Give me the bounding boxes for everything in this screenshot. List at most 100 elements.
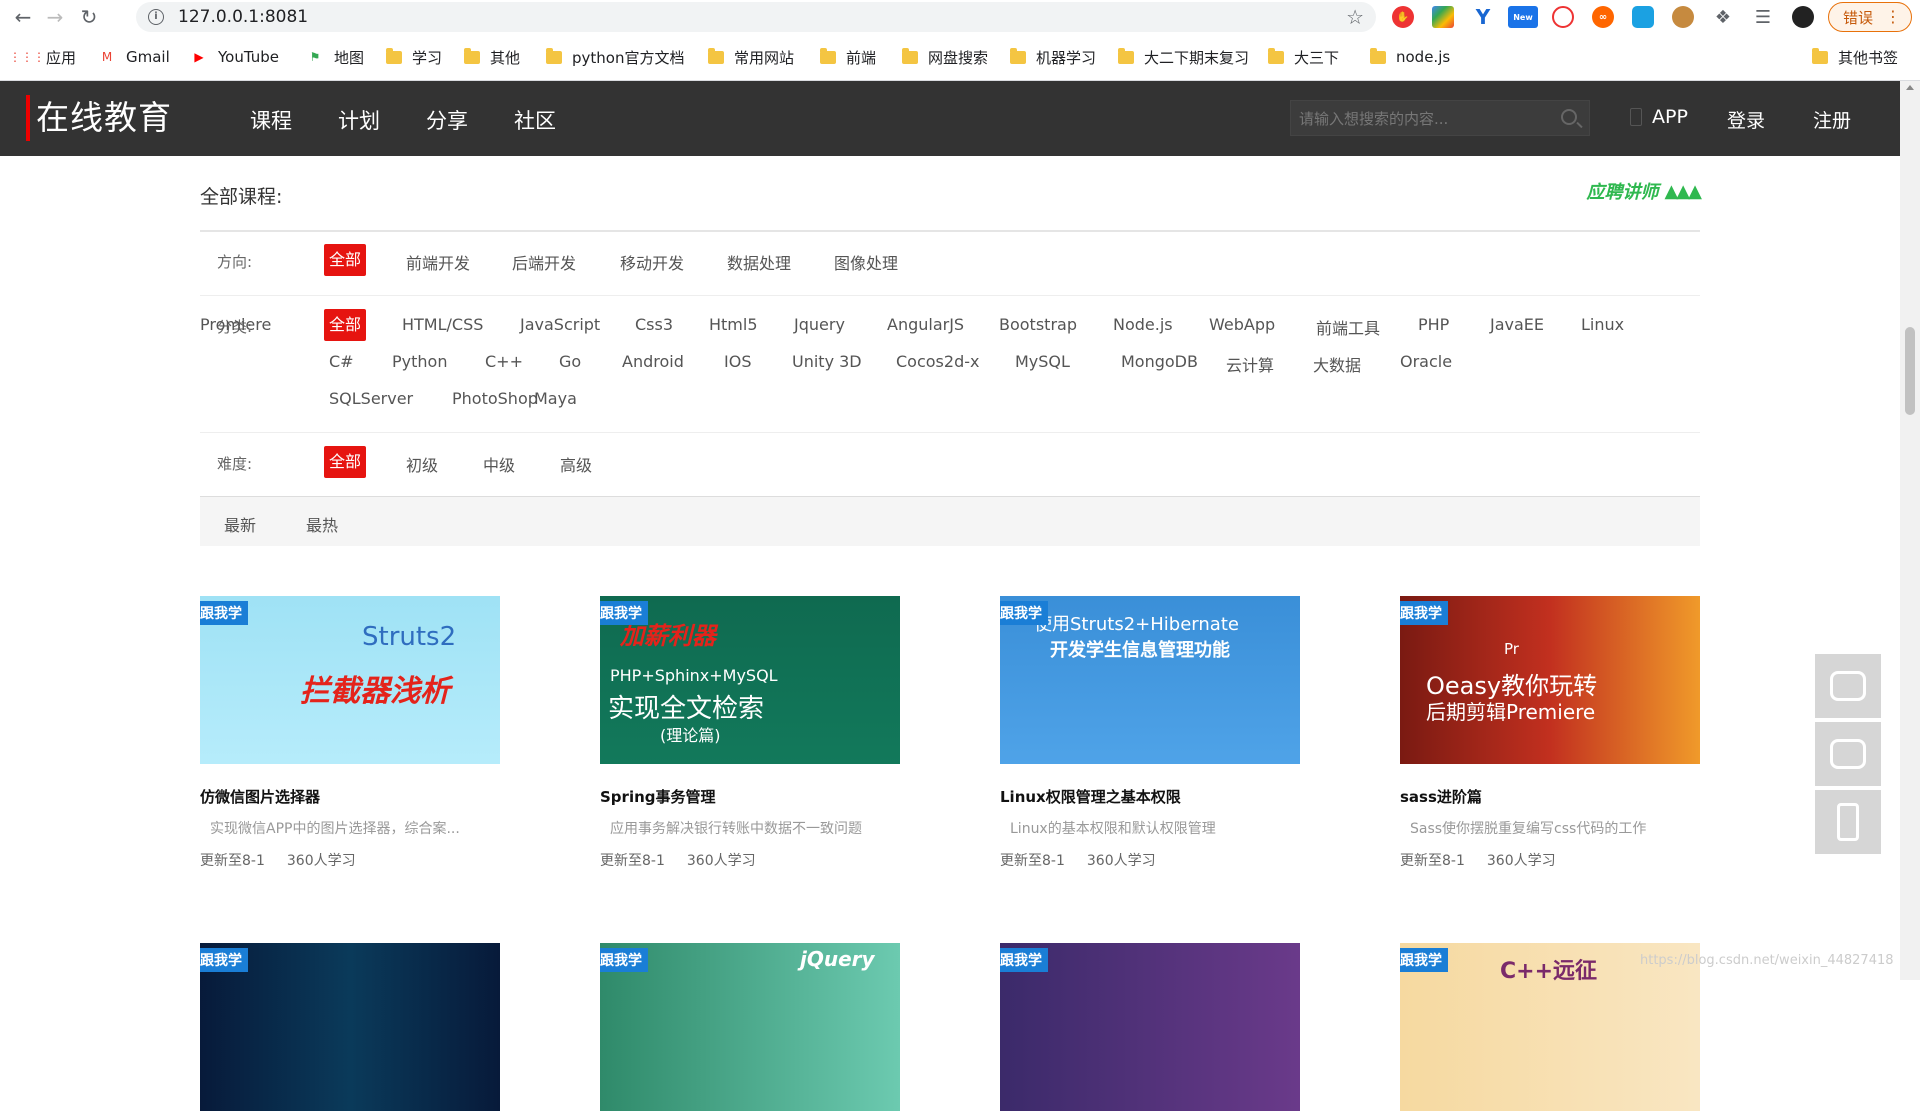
address-url[interactable]: 127.0.0.1:8081	[178, 7, 308, 27]
category-tag[interactable]: Jquery	[794, 315, 845, 334]
wechat-button[interactable]	[1815, 654, 1881, 718]
login-link[interactable]: 登录	[1727, 106, 1765, 133]
course-thumbnail[interactable]: 跟我学	[1000, 943, 1300, 1111]
direction-tag[interactable]: 前端开发	[406, 250, 470, 274]
category-tag[interactable]: Bootstrap	[999, 315, 1077, 334]
extension-hex-icon[interactable]	[1632, 6, 1654, 28]
nav-item-community[interactable]: 社区	[514, 105, 556, 135]
direction-tag[interactable]: 数据处理	[727, 250, 791, 274]
bookmark-item[interactable]: 大三下	[1268, 46, 1339, 68]
direction-tag[interactable]: 后端开发	[512, 250, 576, 274]
bookmark-item[interactable]: 机器学习	[1010, 46, 1096, 68]
nav-item-courses[interactable]: 课程	[250, 105, 292, 135]
bookmark-item[interactable]: 常用网站	[708, 46, 794, 68]
course-card[interactable]: 跟我学 jQuery	[600, 943, 900, 1111]
category-tag[interactable]: MySQL	[1015, 352, 1070, 371]
direction-tag[interactable]: 全部	[324, 244, 367, 276]
category-tag[interactable]: PhotoShop	[452, 389, 538, 408]
category-tag[interactable]: Maya	[534, 389, 577, 408]
reading-list-icon[interactable]: ☰	[1752, 6, 1774, 28]
extension-v-icon[interactable]: Y	[1472, 5, 1494, 29]
forward-arrow-icon[interactable]: →	[42, 4, 68, 30]
course-title[interactable]: Spring事务管理	[600, 786, 716, 807]
difficulty-tag[interactable]: 中级	[483, 452, 515, 476]
course-thumbnail[interactable]: 跟我学	[200, 943, 500, 1111]
bookmark-star-icon[interactable]: ☆	[1346, 5, 1364, 29]
course-thumbnail[interactable]: 跟我学 使用Struts2+Hibernate 开发学生信息管理功能	[1000, 596, 1300, 764]
recruit-teacher-link[interactable]: 应聘讲师 ▲▲▲	[1586, 178, 1702, 204]
bookmark-item[interactable]: 其他	[464, 46, 520, 68]
category-tag[interactable]: 前端工具	[1316, 315, 1380, 339]
course-card[interactable]: 跟我学 使用Struts2+Hibernate 开发学生信息管理功能 Linux权限管…	[1000, 596, 1300, 869]
course-title[interactable]: Linux权限管理之基本权限	[1000, 786, 1181, 807]
course-thumbnail[interactable]: 跟我学 jQuery	[600, 943, 900, 1111]
category-tag[interactable]: PHP	[1418, 315, 1449, 334]
category-tag[interactable]: 云计算	[1226, 352, 1274, 376]
category-tag[interactable]: C#	[329, 352, 354, 371]
category-tag[interactable]: 大数据	[1313, 352, 1361, 376]
extension-adblock-icon[interactable]: ✋	[1392, 6, 1414, 28]
course-card[interactable]: 跟我学 Pr Oeasy教你玩转 后期剪辑Premiere sass进阶篇 Sass使你摆…	[1400, 596, 1700, 869]
extension-color-icon[interactable]	[1432, 6, 1454, 28]
app-link[interactable]: APP	[1630, 106, 1688, 128]
category-tag[interactable]: Cocos2d-x	[896, 352, 979, 371]
category-tag[interactable]: AngularJS	[887, 315, 964, 334]
bookmark-item[interactable]: 其他书签	[1812, 46, 1898, 68]
extension-circle-icon[interactable]	[1552, 6, 1574, 28]
extension-cookie-icon[interactable]	[1672, 6, 1694, 28]
bookmark-item[interactable]: 网盘搜索	[902, 46, 988, 68]
bookmark-item[interactable]: ▶ YouTube	[190, 46, 279, 68]
category-tag[interactable]: SQLServer	[329, 389, 413, 408]
category-tag[interactable]: Linux	[1581, 315, 1624, 334]
category-tag[interactable]: Unity 3D	[792, 352, 862, 371]
mobile-button[interactable]	[1815, 790, 1881, 854]
category-tag[interactable]: IOS	[724, 352, 751, 371]
course-thumbnail[interactable]: 跟我学 Pr Oeasy教你玩转 后期剪辑Premiere	[1400, 596, 1700, 764]
category-tag[interactable]: JavaEE	[1490, 315, 1544, 334]
bookmark-item[interactable]: node.js	[1370, 46, 1450, 68]
course-card[interactable]: 跟我学	[200, 943, 500, 1111]
sort-hottest[interactable]: 最热	[306, 512, 338, 536]
category-tag[interactable]: Python	[392, 352, 447, 371]
page-scrollbar[interactable]	[1900, 81, 1920, 980]
category-tag[interactable]: Oracle	[1400, 352, 1452, 371]
category-tag[interactable]: MongoDB	[1121, 352, 1198, 371]
scroll-up-icon[interactable]	[1906, 85, 1914, 90]
bookmark-item[interactable]: ⋮⋮⋮ 应用	[9, 46, 76, 68]
bookmark-item[interactable]: ⚑ 地图	[306, 46, 364, 68]
direction-tag[interactable]: 图像处理	[834, 250, 898, 274]
course-thumbnail[interactable]: 跟我学 Struts2 拦截器浅析	[200, 596, 500, 764]
category-tag[interactable]: Node.js	[1113, 315, 1173, 334]
back-arrow-icon[interactable]: ←	[10, 4, 36, 30]
bookmark-item[interactable]: 大二下期末复习	[1118, 46, 1249, 68]
course-thumbnail[interactable]: 跟我学 C++远征	[1400, 943, 1700, 1111]
scrollbar-thumb[interactable]	[1905, 327, 1915, 415]
category-tag[interactable]: JavaScript	[520, 315, 600, 334]
course-title[interactable]: sass进阶篇	[1400, 786, 1482, 807]
message-button[interactable]	[1815, 722, 1881, 786]
category-tag[interactable]: Android	[622, 352, 684, 371]
site-info-icon[interactable]: i	[148, 9, 164, 25]
nav-item-share[interactable]: 分享	[426, 105, 468, 135]
menu-dots-icon[interactable]: ⋮	[1885, 7, 1901, 26]
extension-infinity-icon[interactable]: ∞	[1592, 6, 1614, 28]
search-input[interactable]	[1299, 107, 1549, 131]
category-tag[interactable]: WebApp	[1209, 315, 1275, 334]
category-tag[interactable]: Go	[559, 352, 581, 371]
nav-item-plans[interactable]: 计划	[338, 105, 380, 135]
course-card[interactable]: 跟我学 Struts2 拦截器浅析 仿微信图片选择器 实现微信APP中的图片选择器，综合…	[200, 596, 500, 869]
difficulty-tag[interactable]: 初级	[406, 452, 438, 476]
avatar[interactable]	[1792, 6, 1814, 28]
extension-new-icon[interactable]: New	[1508, 6, 1538, 28]
course-card[interactable]: 跟我学 加薪利器 PHP+Sphinx+MySQL 实现全文检索 (理论篇) Spring…	[600, 596, 900, 869]
site-logo[interactable]: 在线教育	[26, 95, 172, 141]
category-tag[interactable]: C++	[485, 352, 523, 371]
register-link[interactable]: 注册	[1813, 106, 1851, 133]
extensions-puzzle-icon[interactable]: ❖	[1712, 6, 1734, 28]
category-tag[interactable]: HTML/CSS	[402, 315, 483, 334]
course-thumbnail[interactable]: 跟我学 加薪利器 PHP+Sphinx+MySQL 实现全文检索 (理论篇)	[600, 596, 900, 764]
course-card[interactable]: 跟我学	[1000, 943, 1300, 1111]
bookmark-item[interactable]: 前端	[820, 46, 876, 68]
bookmark-item[interactable]: python官方文档	[546, 46, 684, 68]
course-card[interactable]: 跟我学 C++远征	[1400, 943, 1700, 1111]
